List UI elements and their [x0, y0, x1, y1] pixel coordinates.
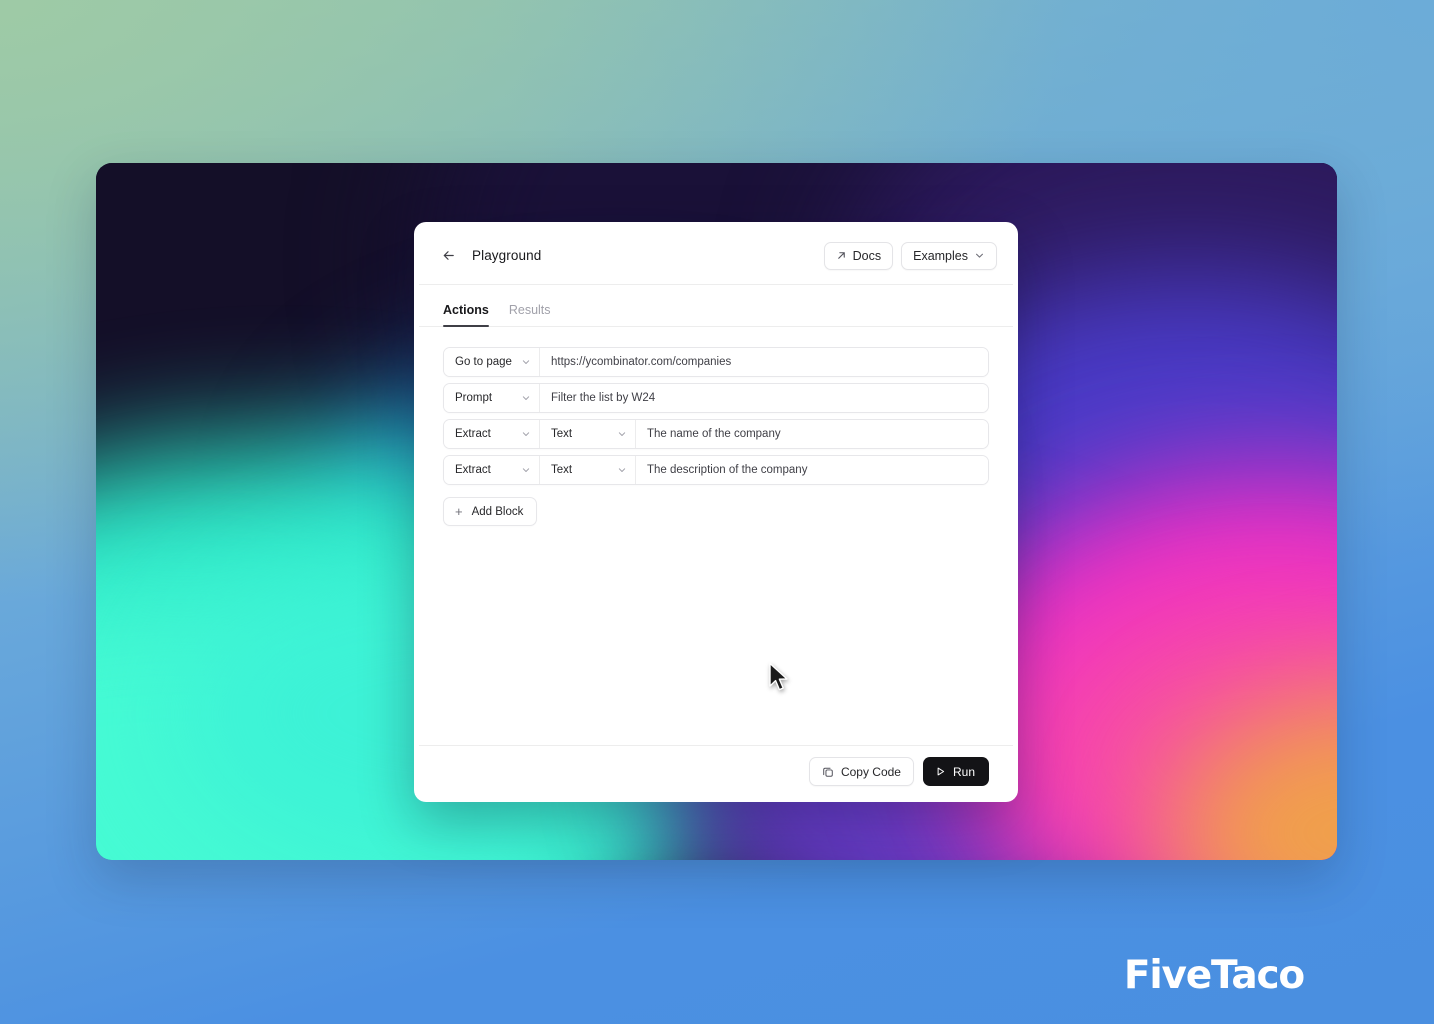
run-button-label: Run: [952, 764, 975, 779]
action-block-row: Go to page https://ycombinator.com/compa…: [443, 347, 989, 377]
back-button[interactable]: [437, 245, 459, 267]
action-type-select[interactable]: Go to page: [444, 348, 540, 376]
copy-icon: [823, 767, 833, 777]
fivetaco-watermark: FiveTaco: [1123, 953, 1305, 998]
tab-actions-label: Actions: [443, 303, 489, 317]
window-footer: Copy Code Run: [419, 745, 1013, 797]
chevron-down-icon: [617, 429, 627, 439]
run-button[interactable]: Run: [922, 757, 989, 786]
actions-panel: Go to page https://ycombinator.com/compa…: [419, 327, 1013, 745]
docs-button-label: Docs: [852, 248, 882, 263]
action-type-select[interactable]: Extract: [444, 420, 540, 448]
chevron-down-icon: [976, 253, 983, 258]
action-type-value: Extract: [455, 464, 491, 476]
add-block-button[interactable]: + Add Block: [443, 497, 538, 526]
plus-icon: +: [455, 504, 463, 519]
action-block-row: Prompt Filter the list by W24: [443, 383, 989, 413]
tab-results-label: Results: [508, 303, 551, 317]
action-value-input[interactable]: The description of the company: [636, 456, 988, 484]
arrow-left-icon: [443, 251, 454, 260]
examples-button[interactable]: Examples: [901, 241, 997, 270]
action-block-row: Extract Text The name of the company: [443, 419, 989, 449]
examples-button-label: Examples: [913, 248, 968, 263]
extract-format-select[interactable]: Text: [540, 420, 636, 448]
extract-format-value: Text: [551, 464, 573, 476]
arrow-up-right-icon: [837, 252, 845, 259]
action-type-select[interactable]: Extract: [444, 456, 540, 484]
play-icon: [937, 767, 945, 776]
action-block-row: Extract Text The description of the comp…: [443, 455, 989, 485]
extract-format-select[interactable]: Text: [540, 456, 636, 484]
action-type-select[interactable]: Prompt: [444, 384, 540, 412]
chevron-down-icon: [521, 465, 531, 475]
playground-window: Playground Docs Examples Actions Results: [414, 222, 1018, 802]
tab-results[interactable]: Results: [509, 303, 551, 326]
tab-actions[interactable]: Actions: [443, 303, 489, 327]
action-type-value: Go to page: [455, 356, 512, 368]
chevron-down-icon: [521, 393, 531, 403]
extract-format-value: Text: [551, 428, 573, 440]
docs-button[interactable]: Docs: [823, 241, 894, 270]
action-type-value: Extract: [455, 428, 491, 440]
action-type-value: Prompt: [455, 392, 493, 404]
page-background: Playground Docs Examples Actions Results: [0, 0, 1434, 1024]
chevron-down-icon: [521, 357, 531, 367]
page-title: Playground: [472, 248, 542, 263]
tab-bar: Actions Results: [419, 285, 1013, 327]
add-block-label: Add Block: [471, 505, 524, 518]
chevron-down-icon: [617, 465, 627, 475]
action-value-input[interactable]: https://ycombinator.com/companies: [540, 348, 988, 376]
copy-code-label: Copy Code: [840, 764, 901, 779]
window-titlebar: Playground Docs Examples: [419, 227, 1013, 285]
copy-code-button[interactable]: Copy Code: [808, 757, 914, 786]
chevron-down-icon: [521, 429, 531, 439]
action-value-input[interactable]: Filter the list by W24: [540, 384, 988, 412]
action-value-input[interactable]: The name of the company: [636, 420, 988, 448]
